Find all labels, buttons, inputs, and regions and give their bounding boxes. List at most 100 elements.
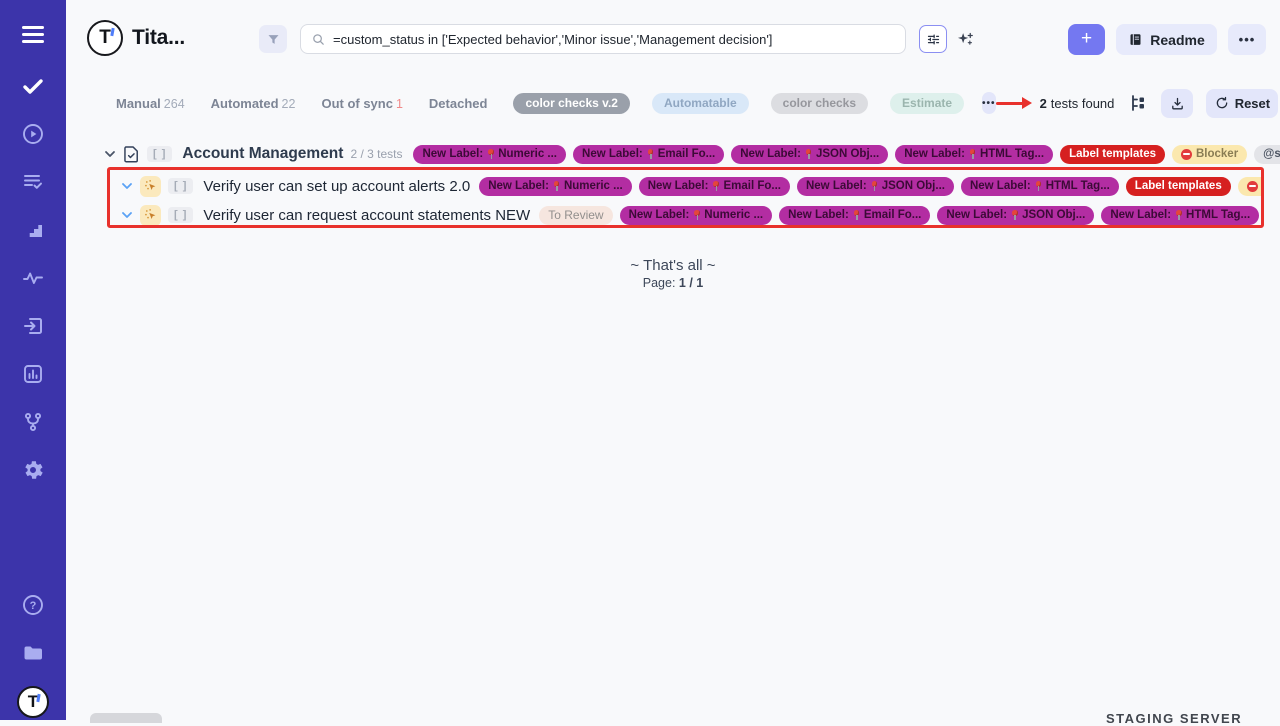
bottom-left-partial-element [90,713,162,723]
pin-icon [712,181,719,191]
pin-icon [1011,210,1018,220]
filter-pill-automatable[interactable]: Automatable [652,93,749,114]
label-pill[interactable]: New Label:Numeric ... [620,206,773,225]
search-icon [311,32,326,47]
app-logo-bottom[interactable]: T [17,686,49,718]
search-bar[interactable] [300,24,906,54]
suite-document-icon [123,145,140,163]
header-more-button[interactable]: ••• [1228,24,1266,55]
pin-icon [1175,210,1182,220]
pin-icon [1035,181,1042,191]
pin-icon [871,181,878,191]
results-count: 2tests found [1040,96,1115,111]
test-cursor-emoji-icon [140,176,161,197]
svg-text:?: ? [30,600,37,612]
suite-id-badge: [ ] [147,146,172,162]
pin-icon [693,210,700,220]
sidebar: ? T [0,0,66,720]
search-input[interactable] [333,32,895,47]
label-pill[interactable]: New Label:Email Fo... [639,177,790,196]
label-pill[interactable]: New Label:HTML Tag... [895,145,1053,164]
import-signin-icon[interactable] [18,311,48,341]
pagination: Page: 1 / 1 [66,276,1280,290]
no-entry-icon [1247,181,1258,192]
test-id-badge: [ ] [168,207,193,223]
label-pill[interactable]: New Label:JSON Obj... [731,145,888,164]
blocker-pill[interactable]: Blocker [1172,145,1247,164]
filter-pill-color-checks[interactable]: color checks [771,93,868,114]
pin-icon [553,181,560,191]
label-pill[interactable]: New Label:HTML Tag... [961,177,1119,196]
reset-button[interactable]: Reset [1206,89,1278,118]
label-pill[interactable]: New Label:JSON Obj... [797,177,954,196]
main-area: T Tita... + Readme ••• Manual264 Automat… [66,0,1280,720]
label-pill[interactable]: New Label:JSON Obj... [937,206,1094,225]
analytics-pulse-icon[interactable] [18,263,48,293]
suite-title[interactable]: Account Management [182,145,343,163]
chevron-down-icon[interactable] [121,180,133,192]
projects-folder-icon[interactable] [18,638,48,668]
test-title[interactable]: Verify user can request account statemen… [203,207,530,224]
filters-toolbar: Manual264 Automated22 Out of sync1 Detac… [96,88,1266,118]
label-templates-pill[interactable]: Label templates [1060,145,1165,164]
reset-label: Reset [1235,96,1270,111]
label-pill[interactable]: New Label:Email Fo... [573,145,724,164]
plans-list-check-icon[interactable] [18,167,48,197]
label-pill[interactable]: New Label:Email Fo... [779,206,930,225]
label-pill[interactable]: New Label:Numeric ... [413,145,566,164]
tab-out-of-sync[interactable]: Out of sync1 [321,96,402,111]
filter-pill-estimate[interactable]: Estimate [890,93,964,114]
download-icon [1170,96,1185,111]
annotation-arrow [996,97,1032,109]
label-templates-pill[interactable]: Label templates [1126,177,1231,196]
settings-gear-icon[interactable] [18,455,48,485]
chevron-down-icon[interactable] [121,209,133,221]
pin-icon [853,210,860,220]
no-entry-icon [1181,149,1192,160]
add-test-button[interactable]: + [1068,24,1105,55]
funnel-icon [266,32,281,47]
tab-manual[interactable]: Manual264 [116,96,185,111]
test-cursor-emoji-icon [140,205,161,226]
sparkles-icon [956,30,975,49]
ai-sparkles-button[interactable] [955,29,975,49]
test-row: [ ] Verify user can set up account alert… [121,172,1261,200]
test-row: [ ] Verify user can request account stat… [121,201,1261,228]
reports-bar-chart-icon[interactable] [18,359,48,389]
label-pill[interactable]: New Label:HTML Tag... [1101,206,1259,225]
tests-check-icon[interactable] [18,71,48,101]
tab-detached[interactable]: Detached [429,96,488,111]
filter-funnel-button[interactable] [259,25,287,53]
pin-icon [487,149,494,159]
toolbar-more-button[interactable]: ••• [982,92,996,114]
filter-pill-color-checks-v2[interactable]: color checks v.2 [513,93,630,114]
suite-row: [ ] Account Management 2 / 3 tests New L… [104,141,1280,167]
pin-icon [647,149,654,159]
help-icon[interactable]: ? [18,590,48,620]
test-id-badge: [ ] [168,178,193,194]
download-button[interactable] [1161,89,1193,118]
readme-button[interactable]: Readme [1116,24,1217,55]
project-logo[interactable]: T [87,20,123,56]
annotation-rectangle: [ ] Verify user can set up account alert… [107,167,1264,228]
runs-play-icon[interactable] [18,119,48,149]
label-pill[interactable]: New Label:Numeric ... [479,177,632,196]
tab-automated[interactable]: Automated22 [211,96,296,111]
tree-view-icon[interactable] [1128,93,1148,113]
status-badge-to-review: To Review [539,206,612,225]
test-title[interactable]: Verify user can set up account alerts 2.… [203,178,470,195]
reset-icon [1215,96,1229,110]
staging-server-label: STAGING SERVER [1106,711,1242,726]
end-of-list-text: ~ That's all ~ [66,257,1280,274]
steps-stairs-icon[interactable] [18,215,48,245]
branches-git-icon[interactable] [18,407,48,437]
toolbar-right: 2tests found Reset [996,89,1279,118]
sidebar-bottom: ? T [17,590,49,718]
tag-smoke-pill[interactable]: @smoke [1254,145,1280,164]
blocker-pill[interactable]: Blocker [1238,177,1261,196]
chevron-down-icon[interactable] [104,148,116,160]
sidebar-nav [18,71,48,485]
search-settings-button[interactable] [919,25,947,53]
hamburger-menu-icon[interactable] [22,26,44,43]
project-title: Tita... [132,26,185,50]
